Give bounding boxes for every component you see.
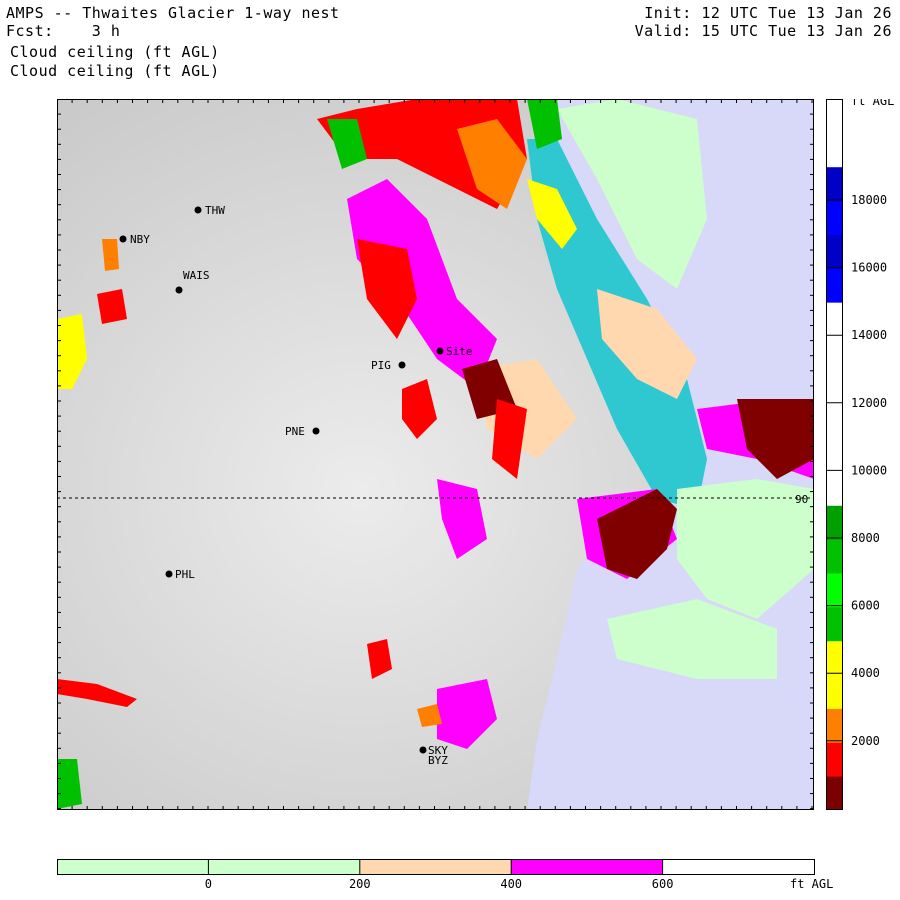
colorbar-bottom-tick-label: 0 [205,877,212,891]
colorbar-bottom-tick-label: 200 [349,877,371,891]
colorbar-right-cell [826,132,843,168]
colorbar-right-tick-label: 2000 [851,734,880,748]
colorbar-bottom-cell [359,859,512,875]
colorbar-right-cell [826,99,843,134]
colorbar-right-cell [826,200,843,235]
colorbar-right-tick-label: 10000 [851,463,887,477]
colorbar-right-cell [826,166,843,202]
colorbar-right-cells [826,99,843,810]
svg-text:THW: THW [205,204,225,217]
colorbar-bottom-cell [511,859,664,875]
colorbar-right-unit: ft AGL [851,99,894,108]
colorbar-right-cell [826,234,843,269]
colorbar-bottom-cell [208,859,361,875]
colorbar-right-cell [826,302,843,337]
colorbar-right-cell [826,268,843,303]
colorbar-bottom-cells [57,859,815,875]
svg-text:PNE: PNE [285,425,305,438]
colorbar-right-cell [826,437,843,472]
colorbar-right-tick-label: 12000 [851,396,887,410]
colorbar-right-cell [826,776,843,810]
colorbar-right-cell [826,369,843,405]
variable-label-secondary: Cloud ceiling (ft AGL) [10,62,220,80]
colorbar-right-cell [826,336,843,371]
svg-text:BYZ: BYZ [428,754,448,767]
colorbar-right-cell [826,640,843,676]
svg-text:Site: Site [446,345,473,358]
variable-label: Cloud ceiling (ft AGL) [10,43,220,61]
colorbar-right-cell [826,674,843,709]
colorbar-right-tick-label: 18000 [851,193,887,207]
colorbar-right-cell [826,742,843,777]
latitude-label: 90 W [795,493,814,506]
colorbar-right-tick-label: 4000 [851,666,880,680]
colorbar-bottom-tick-label: 600 [652,877,674,891]
colorbar-right-cell [826,606,843,642]
colorbar-right-cell [826,539,843,574]
init-time: Init: 12 UTC Tue 13 Jan 26 [644,4,892,22]
colorbar-bottom-cell [662,859,815,875]
colorbar-right-cell [826,403,843,439]
svg-text:NBY: NBY [130,233,150,246]
svg-text:PIG: PIG [371,359,391,372]
colorbar-right-tick-label: 8000 [851,531,880,545]
colorbar-bottom-unit: ft AGL [790,877,833,891]
colorbar-right-tick-label: 14000 [851,328,887,342]
colorbar-right-tick-label: 16000 [851,261,887,275]
colorbar-bottom-tick-label: 400 [500,877,522,891]
colorbar-right-tick-label: 6000 [851,599,880,613]
valid-time: Valid: 15 UTC Tue 13 Jan 26 [634,22,892,40]
colorbar-right-cell [826,471,843,506]
plot-title: AMPS -- Thwaites Glacier 1-way nest [6,4,340,22]
svg-text:WAIS: WAIS [183,269,210,282]
station-byz: BYZ [428,754,448,767]
cloud-orange-2 [102,239,119,271]
cloud-red-7 [97,289,127,324]
colorbar-bottom: 0 200 400 600 ft AGL [57,859,833,891]
colorbar-right: ft AGL 18000 16000 14000 12000 10000 8000 6000… [826,99,894,810]
colorbar-bottom-cell [57,859,209,875]
map-panel: 90 W THW NBY WAIS PIG Site PNE PHL SKY B… [57,99,814,810]
colorbar-right-cell [826,505,843,540]
colorbar-right-cell [826,708,843,743]
colorbar-right-cell [826,573,843,608]
svg-text:PHL: PHL [175,568,195,581]
forecast-hour: Fcst: 3 h [6,22,121,40]
